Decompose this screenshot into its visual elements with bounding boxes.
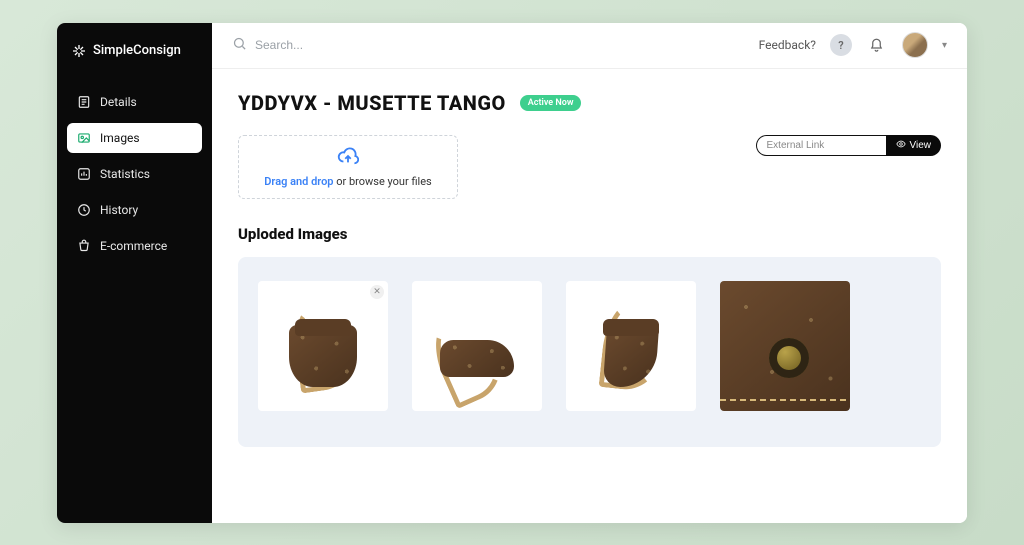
sidebar-nav: Details Images Statistics History: [57, 87, 212, 261]
upload-dropzone[interactable]: Drag and drop or browse your files: [238, 135, 458, 199]
feedback-link[interactable]: Feedback?: [759, 38, 816, 52]
sidebar: SimpleConsign Details Images Statistics: [57, 23, 212, 523]
sidebar-item-statistics[interactable]: Statistics: [67, 159, 202, 189]
main-panel: Feedback? ? ▾ YDDYVX - MUSETTE TANGO Act…: [212, 23, 967, 523]
sidebar-item-label: Details: [100, 95, 137, 109]
thumbnail-product-flat[interactable]: [412, 281, 542, 411]
remove-image-icon[interactable]: ✕: [370, 285, 384, 299]
eye-icon: [896, 139, 906, 152]
brand-logo-icon: [71, 43, 87, 59]
bell-icon[interactable]: [866, 34, 888, 56]
sidebar-item-history[interactable]: History: [67, 195, 202, 225]
ecommerce-icon: [77, 239, 91, 253]
statistics-icon: [77, 167, 91, 181]
brand: SimpleConsign: [57, 43, 212, 87]
avatar[interactable]: [902, 32, 928, 58]
dropzone-rest: or browse your files: [334, 175, 432, 188]
product-image: [276, 299, 370, 393]
upload-row: Drag and drop or browse your files View: [238, 135, 941, 199]
topbar: Feedback? ? ▾: [212, 23, 967, 69]
help-icon[interactable]: ?: [830, 34, 852, 56]
stitch-detail: [720, 399, 850, 401]
search-icon: [232, 36, 247, 55]
view-button[interactable]: View: [886, 135, 942, 156]
view-button-label: View: [910, 140, 932, 151]
sidebar-item-label: E-commerce: [100, 239, 167, 253]
cloud-upload-icon: [337, 145, 359, 171]
thumbnail-product-detail[interactable]: [720, 281, 850, 411]
thumbnail-product-front[interactable]: ✕: [258, 281, 388, 411]
search-input[interactable]: [255, 38, 455, 52]
topbar-right: Feedback? ? ▾: [759, 32, 947, 58]
dropzone-link: Drag and drop: [264, 175, 333, 188]
product-image: [584, 299, 678, 393]
sidebar-item-details[interactable]: Details: [67, 87, 202, 117]
content: YDDYVX - MUSETTE TANGO Active Now Drag a…: [212, 69, 967, 523]
brand-name: SimpleConsign: [93, 43, 181, 58]
sidebar-item-label: Statistics: [100, 167, 150, 181]
search-wrap: [232, 36, 745, 55]
external-link-input[interactable]: [756, 135, 886, 156]
dropzone-text: Drag and drop or browse your files: [264, 175, 431, 188]
sidebar-item-label: Images: [100, 131, 140, 145]
sidebar-item-label: History: [100, 203, 138, 217]
page-title: YDDYVX - MUSETTE TANGO: [238, 91, 506, 115]
sidebar-item-images[interactable]: Images: [67, 123, 202, 153]
details-icon: [77, 95, 91, 109]
uploaded-gallery: ✕: [238, 257, 941, 447]
images-icon: [77, 131, 91, 145]
status-badge: Active Now: [520, 95, 582, 111]
sidebar-item-ecommerce[interactable]: E-commerce: [67, 231, 202, 261]
app-frame: SimpleConsign Details Images Statistics: [57, 23, 967, 523]
chevron-down-icon[interactable]: ▾: [942, 40, 947, 51]
grommet-detail: [769, 338, 809, 378]
product-image: [430, 299, 524, 393]
history-icon: [77, 203, 91, 217]
uploaded-heading: Uploded Images: [238, 225, 941, 243]
external-link-group: View: [756, 135, 942, 156]
thumbnail-product-side[interactable]: [566, 281, 696, 411]
title-row: YDDYVX - MUSETTE TANGO Active Now: [238, 91, 941, 115]
